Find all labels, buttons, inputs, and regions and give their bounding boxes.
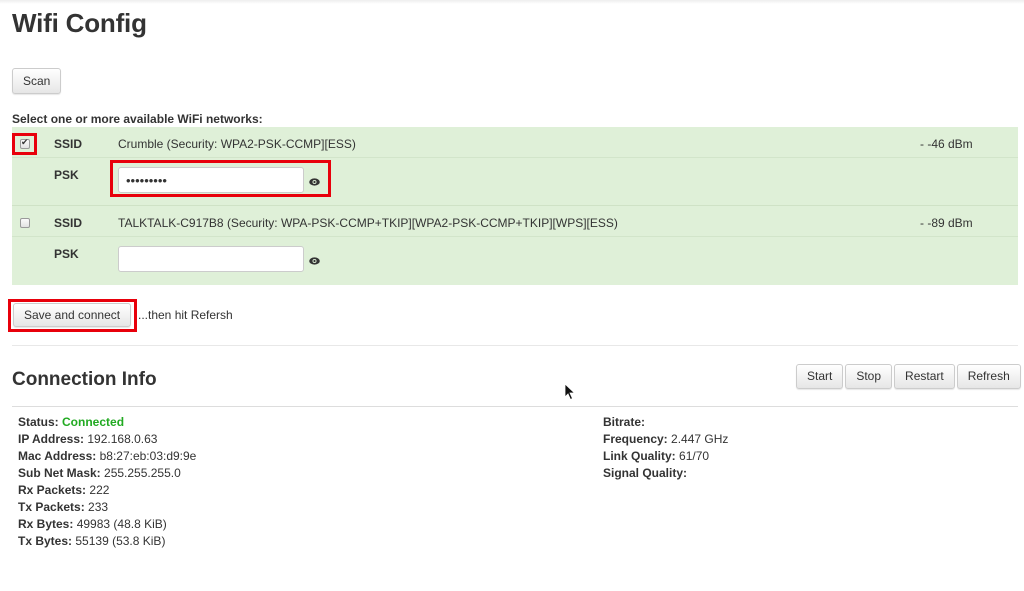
network-checkbox-crumble[interactable] bbox=[20, 137, 30, 149]
page-title: Wifi Config bbox=[12, 8, 147, 38]
eye-icon[interactable] bbox=[309, 257, 320, 265]
info-link-quality: Link Quality: 61/70 bbox=[603, 449, 710, 463]
info-rx-packets: Rx Packets: 222 bbox=[18, 483, 110, 497]
psk-label: PSK bbox=[54, 168, 79, 182]
info-ip-address: IP Address: 192.168.0.63 bbox=[18, 432, 158, 446]
top-shadow bbox=[0, 0, 1024, 4]
info-rx-bytes: Rx Bytes: 49983 (48.8 KiB) bbox=[18, 517, 167, 531]
ssid-label: SSID bbox=[54, 216, 83, 230]
eye-icon[interactable] bbox=[309, 178, 320, 186]
save-and-connect-button[interactable]: Save and connect bbox=[13, 303, 132, 327]
stop-button[interactable]: Stop bbox=[845, 364, 893, 389]
psk-input-talktalk[interactable] bbox=[118, 246, 304, 272]
divider bbox=[12, 345, 1018, 346]
ssid-value: Crumble (Security: WPA2-PSK-CCMP][ESS) bbox=[118, 137, 356, 151]
info-tx-bytes: Tx Bytes: 55139 (53.8 KiB) bbox=[18, 534, 166, 548]
network-ssid-row: SSID Crumble (Security: WPA2-PSK-CCMP][E… bbox=[12, 127, 1018, 158]
network-psk-row: PSK bbox=[12, 237, 1018, 285]
signal-strength: - -46 dBm bbox=[920, 137, 973, 151]
refresh-hint: ...then hit Refersh bbox=[138, 308, 233, 322]
info-bitrate: Bitrate: bbox=[603, 415, 646, 429]
network-list: SSID Crumble (Security: WPA2-PSK-CCMP][E… bbox=[12, 127, 1018, 285]
psk-input-crumble[interactable] bbox=[118, 167, 304, 193]
psk-label: PSK bbox=[54, 247, 79, 261]
status-value: Connected bbox=[62, 415, 125, 429]
info-frequency: Frequency: 2.447 GHz bbox=[603, 432, 729, 446]
connection-button-group: Start Stop Restart Refresh bbox=[796, 364, 1023, 389]
divider bbox=[12, 406, 1018, 407]
network-psk-row: PSK bbox=[12, 158, 1018, 206]
ssid-value: TALKTALK-C917B8 (Security: WPA-PSK-CCMP+… bbox=[118, 216, 618, 230]
connection-info-right: Bitrate: Frequency: 2.447 GHz Link Quali… bbox=[603, 414, 728, 482]
info-signal-quality: Signal Quality: bbox=[603, 466, 688, 480]
network-checkbox-talktalk[interactable] bbox=[20, 218, 30, 228]
connection-info-left: Status: Connected IP Address: 192.168.0.… bbox=[18, 414, 196, 550]
info-status: Status: Connected bbox=[18, 415, 125, 429]
signal-strength: - -89 dBm bbox=[920, 216, 973, 230]
info-subnet-mask: Sub Net Mask: 255.255.255.0 bbox=[18, 466, 181, 480]
network-ssid-row: SSID TALKTALK-C917B8 (Security: WPA-PSK-… bbox=[12, 206, 1018, 237]
connection-info-title: Connection Info bbox=[12, 369, 157, 390]
ssid-label: SSID bbox=[54, 137, 83, 151]
info-tx-packets: Tx Packets: 233 bbox=[18, 500, 109, 514]
info-mac-address: Mac Address: b8:27:eb:03:d9:9e bbox=[18, 449, 197, 463]
mouse-cursor-icon bbox=[564, 383, 576, 401]
restart-button[interactable]: Restart bbox=[894, 364, 955, 389]
refresh-button[interactable]: Refresh bbox=[956, 364, 1021, 389]
networks-prompt: Select one or more available WiFi networ… bbox=[12, 112, 263, 126]
scan-button[interactable]: Scan bbox=[12, 68, 62, 94]
start-button[interactable]: Start bbox=[796, 364, 844, 389]
